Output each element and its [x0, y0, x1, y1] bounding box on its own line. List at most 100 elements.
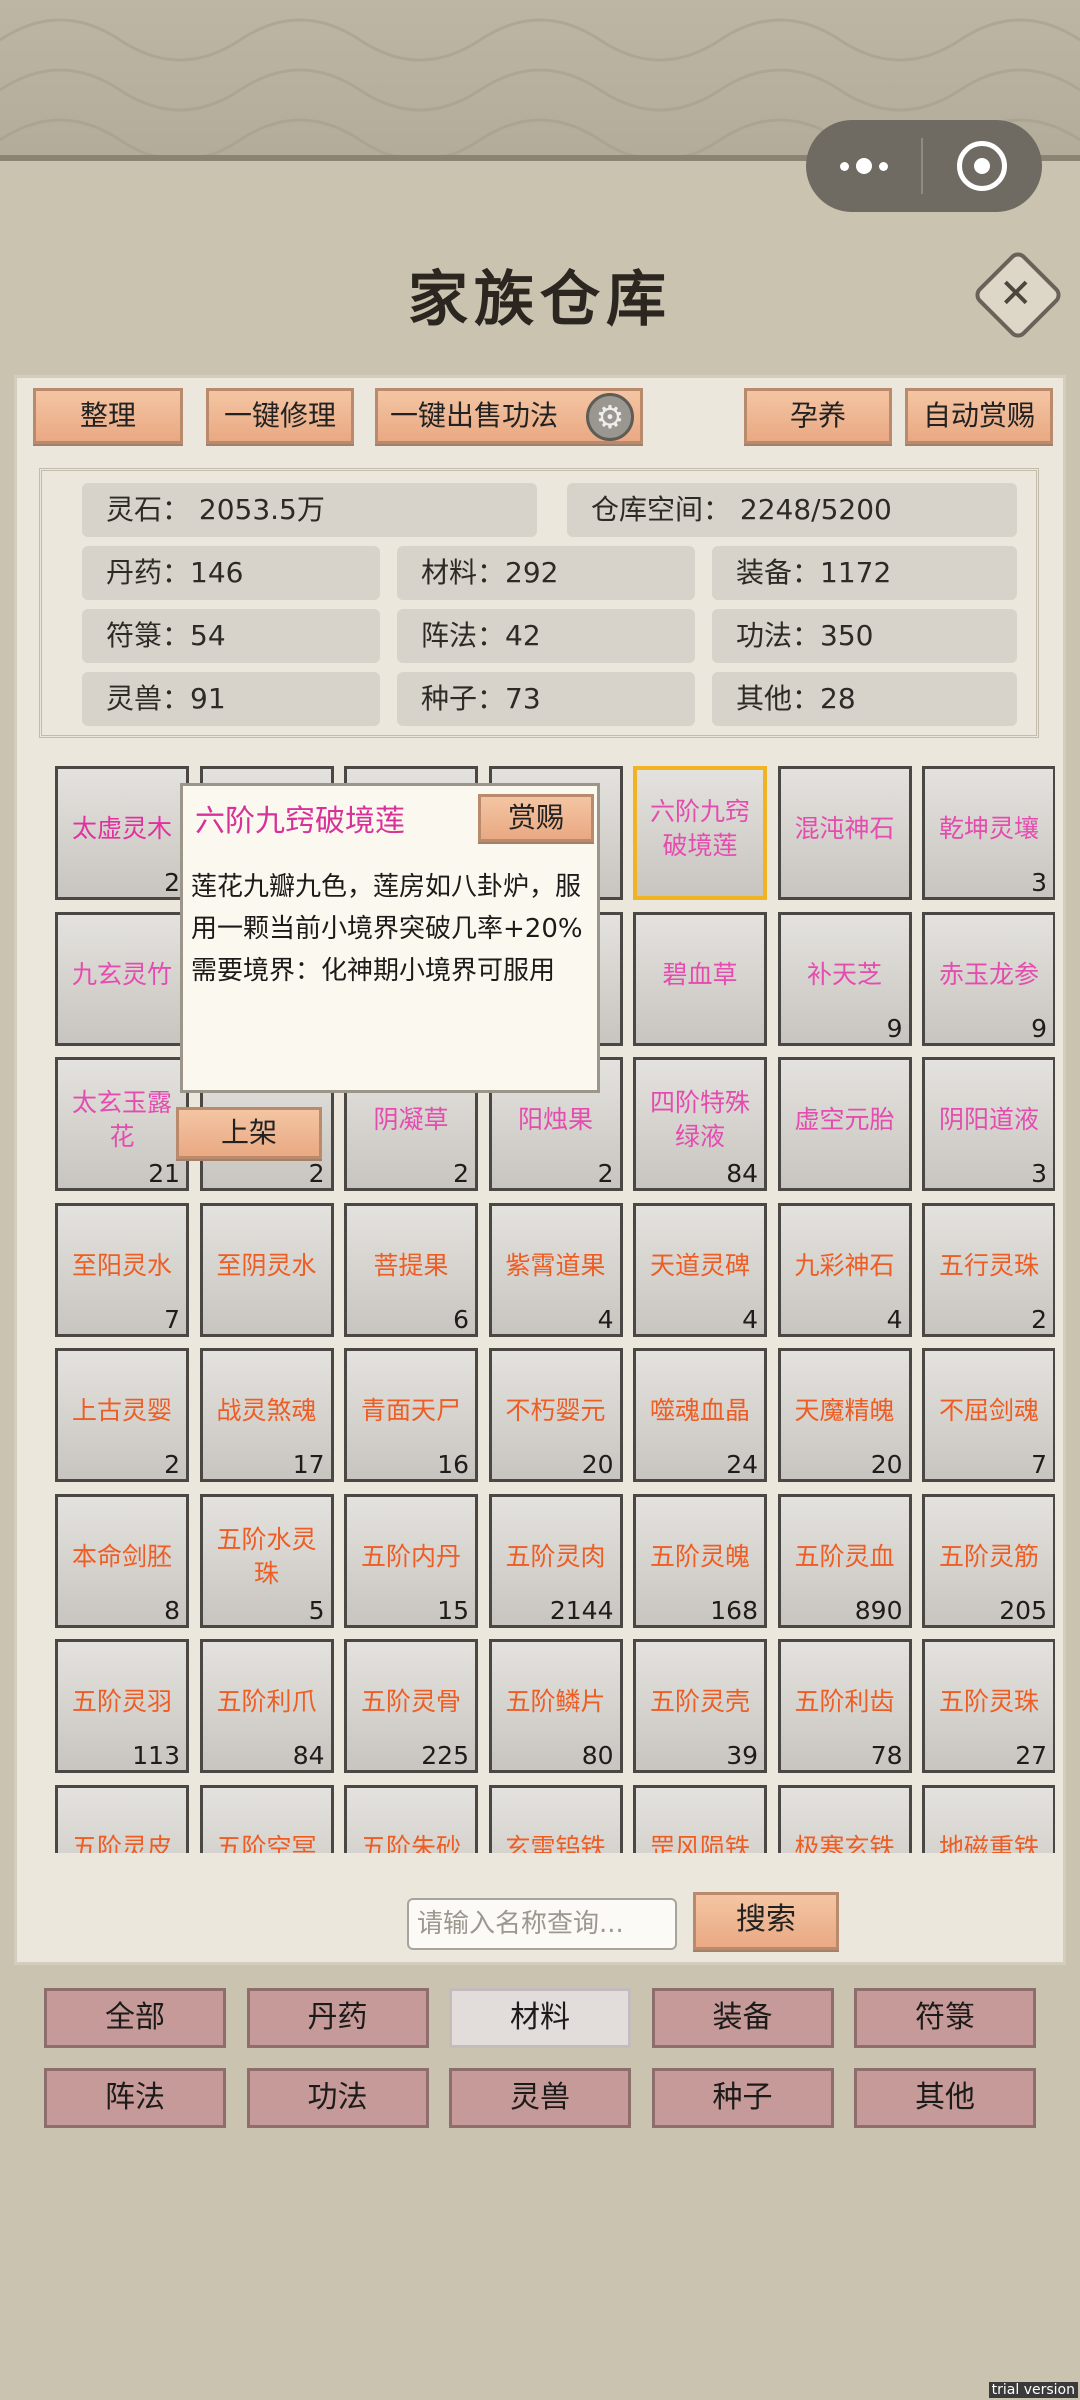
more-dots-icon[interactable]: [806, 120, 921, 212]
item-count: 2: [453, 1159, 469, 1188]
grid-item[interactable]: 五阶灵血 890: [777, 1493, 912, 1628]
grid-item[interactable]: 极寒玄铁: [777, 1784, 912, 1853]
tab-item[interactable]: 功法: [246, 2068, 429, 2128]
item-count: 39: [726, 1741, 758, 1770]
grid-item[interactable]: 地磁重铁: [922, 1784, 1055, 1854]
item-count: 7: [164, 1304, 180, 1334]
item-name: 五阶灵壳: [649, 1687, 750, 1716]
grid-item[interactable]: 九玄灵竹: [55, 911, 189, 1046]
tab-item[interactable]: 阵法: [44, 2068, 226, 2128]
item-name: 五阶水灵珠: [216, 1524, 317, 1588]
grid-item[interactable]: 噬魂血晶 24: [633, 1348, 767, 1482]
grid-item[interactable]: 本命剑胚 8: [55, 1493, 189, 1628]
gear-icon[interactable]: ⚙: [586, 393, 634, 441]
grid-item[interactable]: 不屈剑魂 7: [922, 1348, 1055, 1482]
grid-item[interactable]: 至阳灵水 7: [55, 1202, 189, 1337]
grid-item[interactable]: 天魔精魄 20: [777, 1348, 912, 1482]
grid-item[interactable]: 紫霄道果 4: [488, 1202, 623, 1337]
tooltip-description: 莲花九瓣九色，莲房如八卦炉，服用一颗当前小境界突破几率+20% 需要境界：化神期…: [191, 866, 586, 992]
tab-item[interactable]: 符箓: [854, 1988, 1036, 2048]
grid-item[interactable]: 青面天尸 16: [344, 1348, 478, 1482]
grid-item[interactable]: 五阶灵肉 2144: [488, 1493, 623, 1628]
reward-button[interactable]: 赏赐: [478, 794, 594, 842]
stat-seeds: 种子：73: [397, 672, 695, 726]
grid-item[interactable]: 虚空元胎: [777, 1057, 912, 1191]
tooltip-requirement: 需要境界：化神期小境界可服用: [191, 956, 556, 986]
item-name: 五阶利齿: [794, 1687, 895, 1716]
tab-item[interactable]: 丹药: [246, 1988, 429, 2048]
tab-item[interactable]: 全部: [44, 1988, 226, 2048]
search-input[interactable]: 请输入名称查询...: [407, 1898, 677, 1950]
auto-reward-button[interactable]: 自动赏赐: [905, 388, 1053, 444]
grid-item[interactable]: 至阴灵水: [199, 1202, 334, 1337]
item-name: 五阶灵羽: [71, 1687, 172, 1716]
grid-item[interactable]: 乾坤灵壤 3: [922, 766, 1055, 900]
grid-item[interactable]: 碧血草: [633, 911, 767, 1046]
grid-item[interactable]: 太虚灵木 2: [55, 766, 189, 900]
grid-item[interactable]: 天道灵碑 4: [633, 1202, 767, 1337]
item-name: 五阶灵骨: [360, 1687, 461, 1716]
grid-item[interactable]: 五阶灵魄 168: [633, 1493, 767, 1628]
grid-item[interactable]: 五阶内丹 15: [344, 1493, 478, 1628]
grid-item[interactable]: 五阶空冥: [199, 1784, 334, 1853]
item-name: 太虚灵木: [71, 814, 172, 843]
tab-item[interactable]: 种子: [651, 2068, 834, 2128]
tab-item[interactable]: 材料: [449, 1988, 631, 2048]
grid-item[interactable]: 补天芝 9: [777, 911, 912, 1046]
tab-item[interactable]: 灵兽: [449, 2068, 631, 2128]
close-button[interactable]: ✕: [971, 248, 1065, 342]
item-name: 紫霄道果: [505, 1250, 606, 1280]
grid-item[interactable]: 玄雷钨铁: [488, 1784, 623, 1854]
watermark: trial version: [988, 2382, 1078, 2398]
stat-beasts: 灵兽：91: [82, 672, 380, 726]
search-button[interactable]: 搜索: [693, 1892, 839, 1950]
grid-item[interactable]: 六阶九窍破境莲: [633, 766, 767, 900]
item-name: 六阶九窍破境莲: [649, 797, 750, 860]
item-tooltip: 六阶九窍破境莲 赏赐 莲花九瓣九色，莲房如八卦炉，服用一颗当前小境界突破几率+2…: [180, 783, 600, 1093]
item-count: 7: [1031, 1450, 1047, 1479]
sort-button[interactable]: 整理: [33, 388, 183, 444]
grid-item[interactable]: 五阶灵珠 27: [922, 1639, 1055, 1773]
grid-item[interactable]: 罡风陨铁: [633, 1784, 767, 1853]
grid-item[interactable]: 战灵煞魂 17: [199, 1348, 334, 1482]
grid-item[interactable]: 五阶灵骨 225: [344, 1639, 478, 1773]
grid-item[interactable]: 不朽婴元 20: [488, 1348, 623, 1482]
grid-item[interactable]: 五阶灵筋 205: [922, 1493, 1055, 1628]
tab-item[interactable]: 装备: [651, 1988, 834, 2048]
stat-pills: 丹药：146: [82, 546, 380, 600]
item-name: 五阶灵魄: [649, 1541, 750, 1571]
item-count: 21: [148, 1159, 180, 1188]
grid-item[interactable]: 赤玉龙参 9: [922, 911, 1055, 1046]
grid-item[interactable]: 五阶灵羽 113: [55, 1639, 189, 1773]
stat-storage: 仓库空间： 2248/5200: [567, 483, 1017, 537]
grid-item[interactable]: 五阶水灵珠 5: [199, 1493, 334, 1628]
item-name: 上古灵婴: [71, 1396, 172, 1425]
repair-all-button[interactable]: 一键修理: [206, 388, 354, 444]
grid-item[interactable]: 混沌神石: [777, 766, 912, 900]
grid-item[interactable]: 五行灵珠 2: [922, 1202, 1055, 1337]
grid-item[interactable]: 五阶朱砂: [344, 1784, 478, 1853]
grid-item[interactable]: 阴阳道液 3: [922, 1057, 1055, 1191]
nurture-button[interactable]: 孕养: [744, 388, 892, 444]
warehouse-panel: 整理 一键修理 一键出售功法 ⚙ 孕养 自动赏赐 灵石： 2053.5万 仓库空…: [14, 375, 1066, 1965]
list-for-sale-button[interactable]: 上架: [176, 1107, 322, 1159]
grid-item[interactable]: 太玄玉露花 21: [55, 1057, 189, 1191]
grid-item[interactable]: 五阶利爪 84: [199, 1639, 334, 1773]
grid-item[interactable]: 九彩神石 4: [777, 1202, 912, 1337]
stat-materials: 材料：292: [397, 546, 695, 600]
grid-item[interactable]: 菩提果 6: [344, 1202, 478, 1337]
item-name: 至阳灵水: [71, 1250, 172, 1280]
miniprogram-capsule: [806, 120, 1042, 212]
target-icon[interactable]: [923, 120, 1040, 212]
grid-item[interactable]: 四阶特殊绿液 84: [633, 1057, 767, 1191]
grid-item[interactable]: 五阶灵皮: [55, 1784, 189, 1853]
item-name: 五阶灵珠: [938, 1687, 1039, 1716]
sell-techniques-button[interactable]: 一键出售功法 ⚙: [375, 388, 643, 444]
grid-item[interactable]: 五阶利齿 78: [777, 1639, 912, 1773]
grid-item[interactable]: 上古灵婴 2: [55, 1348, 189, 1482]
item-name: 玄雷钨铁: [505, 1832, 606, 1854]
grid-item[interactable]: 五阶鳞片 80: [488, 1639, 623, 1773]
tab-item[interactable]: 其他: [854, 2068, 1036, 2128]
item-name: 地磁重铁: [938, 1832, 1039, 1854]
grid-item[interactable]: 五阶灵壳 39: [633, 1639, 767, 1773]
